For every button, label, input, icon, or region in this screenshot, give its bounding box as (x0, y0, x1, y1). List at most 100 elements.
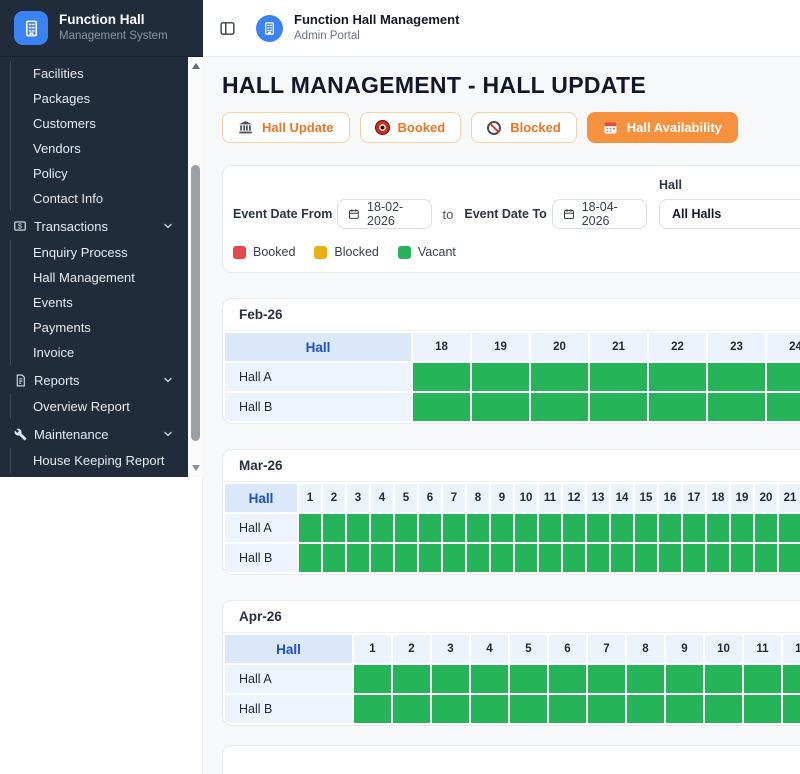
day-header: 24 (767, 333, 800, 361)
day-header: 16 (659, 484, 681, 512)
sidebar-item-house-keeping-report[interactable]: House Keeping Report (0, 448, 188, 473)
day-header: 3 (347, 484, 369, 512)
hall-name-cell: Hall B (225, 695, 352, 723)
scroll-down-icon[interactable] (188, 461, 203, 475)
day-header: 2 (393, 635, 430, 663)
scroll-up-icon[interactable] (188, 59, 203, 73)
vacant-cell (683, 514, 705, 542)
vacant-cell (432, 665, 469, 693)
tab-label: Booked (398, 120, 446, 135)
sidebar-item-label: Packages (33, 91, 90, 106)
day-header: 10 (515, 484, 537, 512)
svg-text:$: $ (18, 224, 22, 231)
wrench-icon (13, 427, 27, 441)
sidebar-item-hall-management[interactable]: Hall Management (0, 265, 188, 290)
sidebar-item-reports[interactable]: Reports (0, 366, 188, 394)
date-from-input[interactable]: 18-02-2026 (337, 199, 431, 229)
calendar-icon (603, 120, 618, 135)
vacant-cell (472, 393, 529, 421)
day-header: 8 (467, 484, 489, 512)
vacant-cell (755, 544, 777, 572)
hall-select[interactable]: All Halls ‹ (659, 199, 800, 229)
day-header: 19 (472, 333, 529, 361)
tab-booked[interactable]: Booked (360, 112, 462, 143)
date-to-value: 18-04-2026 (582, 200, 636, 228)
sidebar-item-policy[interactable]: Policy (0, 161, 188, 186)
sidebar-item-facilities[interactable]: Facilities (0, 61, 188, 86)
vacant-cell (531, 363, 588, 391)
availability-table: Hall18192021222324Hall AHall B (223, 331, 800, 423)
hall-filter-group: Hall All Halls ‹ (659, 178, 800, 229)
vacant-cell (611, 544, 633, 572)
sidebar-item-label: Enquiry Process (33, 245, 128, 260)
sidebar-item-packages[interactable]: Packages (0, 86, 188, 111)
legend-swatch (398, 246, 411, 259)
date-to-input[interactable]: 18-04-2026 (552, 199, 647, 229)
page-title: HALL MANAGEMENT - HALL UPDATE (222, 72, 800, 99)
sidebar-item-overview-report[interactable]: Overview Report (0, 394, 188, 419)
hall-name-cell: Hall A (225, 514, 297, 542)
months: Feb-26Hall18192021222324Hall AHall BMar-… (222, 298, 800, 726)
vacant-cell (354, 665, 391, 693)
vacant-cell (515, 514, 537, 542)
sidebar-item-invoice[interactable]: Invoice (0, 340, 188, 365)
tab-blocked[interactable]: Blocked (471, 112, 577, 143)
chevron-down-icon (162, 428, 174, 440)
vacant-cell (731, 514, 753, 542)
sidebar-item-label: Facilities (33, 66, 84, 81)
sidebar-item-label: Events (33, 295, 73, 310)
record-icon (376, 121, 389, 134)
day-header: 21 (779, 484, 800, 512)
sidebar-item-transactions[interactable]: $Transactions (0, 212, 188, 240)
sidebar-toggle-icon[interactable] (218, 19, 236, 37)
vacant-cell (683, 544, 705, 572)
sidebar-item-events[interactable]: Events (0, 290, 188, 315)
legend-swatch (314, 246, 327, 259)
sidebar-item-label: House Keeping Report (33, 453, 165, 468)
sidebar-item-contact-info[interactable]: Contact Info (0, 186, 188, 211)
to-text: to (443, 207, 454, 222)
hall-name-cell: Hall B (225, 393, 411, 421)
vacant-cell (649, 363, 706, 391)
scrollbar-thumb[interactable] (191, 165, 200, 441)
sidebar-item-vendors[interactable]: Vendors (0, 136, 188, 161)
day-header: 7 (588, 635, 625, 663)
tab-hall-availability[interactable]: Hall Availability (587, 112, 738, 143)
date-to-label: Event Date To (464, 207, 546, 221)
vacant-cell (666, 695, 703, 723)
vacant-cell (510, 665, 547, 693)
vacant-cell (707, 544, 729, 572)
vacant-cell (395, 514, 417, 542)
vacant-cell (393, 665, 430, 693)
sidebar-item-maintenance[interactable]: Maintenance (0, 420, 188, 448)
day-header: 9 (666, 635, 703, 663)
hall-name-cell: Hall A (225, 665, 352, 693)
vacant-cell (371, 544, 393, 572)
vacant-cell (707, 514, 729, 542)
tab-hall-update[interactable]: Hall Update (222, 112, 350, 143)
day-header: 8 (627, 635, 664, 663)
vacant-cell (443, 514, 465, 542)
vacant-cell (611, 514, 633, 542)
header-subtitle: Admin Portal (294, 29, 459, 44)
sidebar-item-payments[interactable]: Payments (0, 315, 188, 340)
sidebar-item-label: Overview Report (33, 399, 130, 414)
vacant-cell (563, 514, 585, 542)
day-header: 6 (419, 484, 441, 512)
date-from-label: Event Date From (233, 207, 332, 221)
hall-label: Hall (659, 178, 800, 192)
sidebar-item-label: Policy (33, 166, 68, 181)
vacant-cell (588, 695, 625, 723)
day-header: 11 (744, 635, 781, 663)
legend-label: Vacant (418, 245, 456, 259)
sidebar-item-customers[interactable]: Customers (0, 111, 188, 136)
vacant-cell (299, 544, 321, 572)
status-legend: BookedBlockedVacant (233, 245, 800, 259)
sidebar-item-enquiry-process[interactable]: Enquiry Process (0, 240, 188, 265)
vacant-cell (666, 665, 703, 693)
hall-select-value: All Halls (672, 207, 721, 221)
sidebar-scrollbar[interactable] (188, 57, 203, 477)
sidebar-empty-area (0, 477, 203, 774)
vacant-cell (563, 544, 585, 572)
vacant-cell (515, 544, 537, 572)
